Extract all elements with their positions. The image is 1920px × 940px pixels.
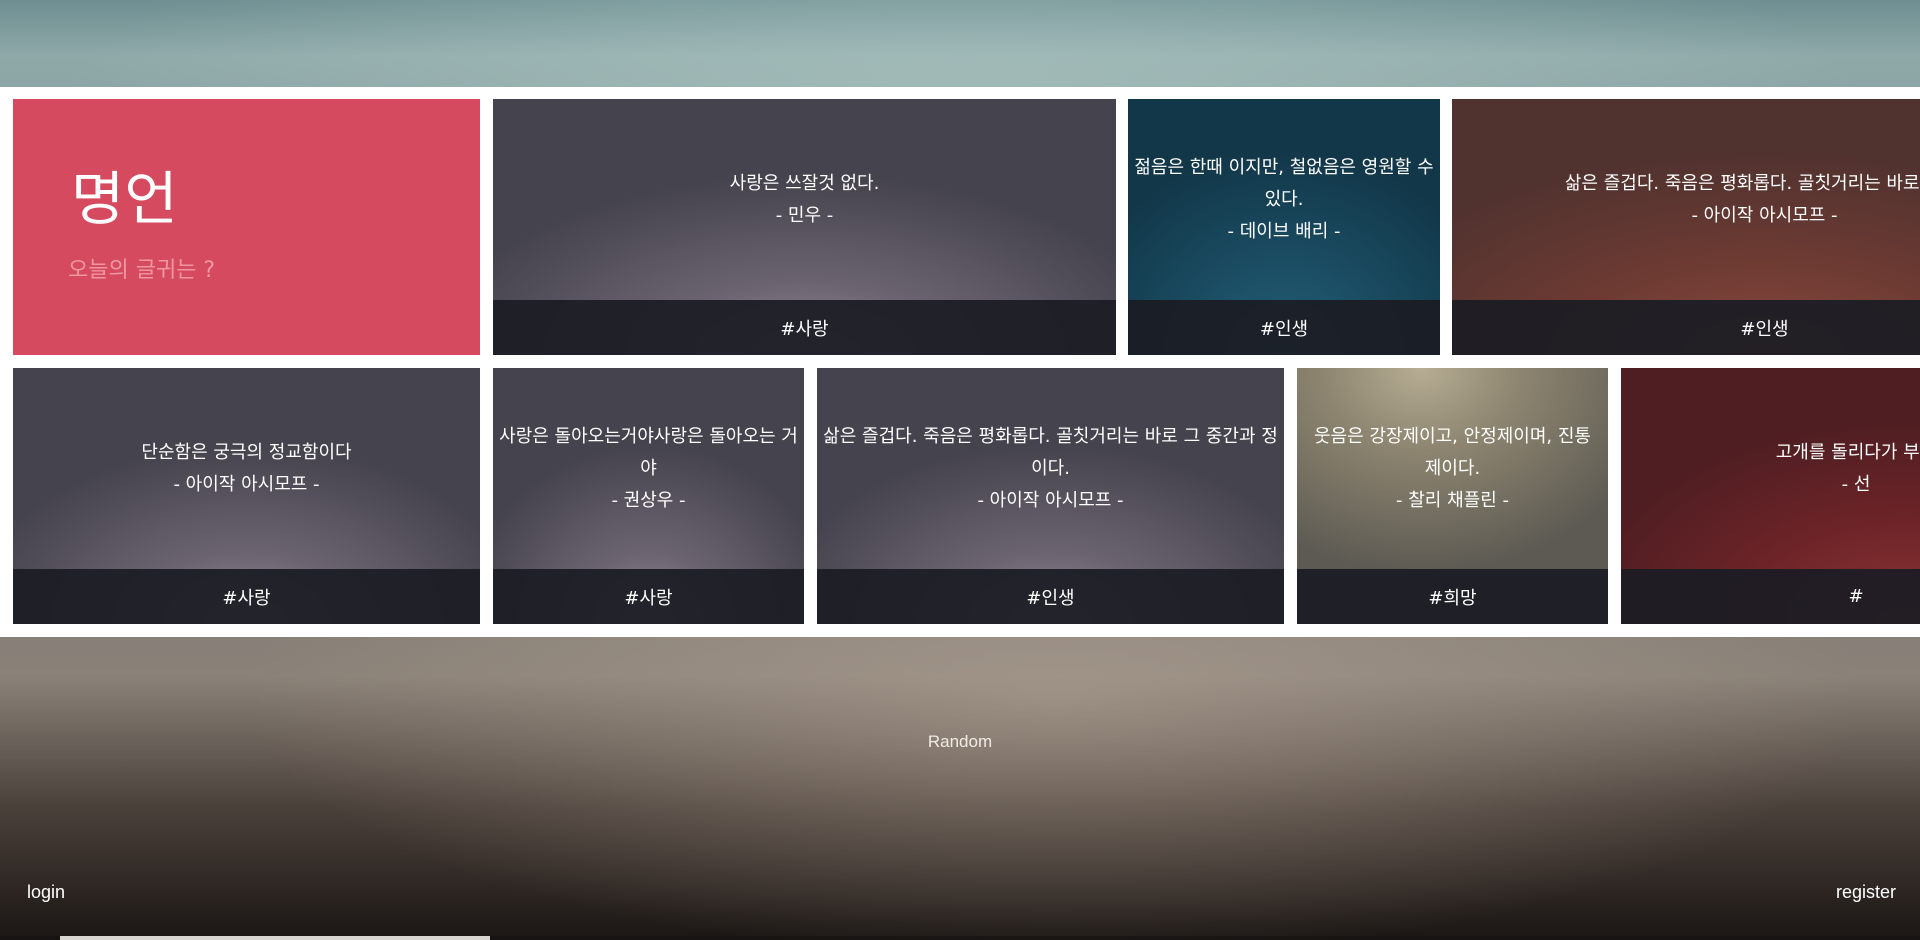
quote-text: 삶은 즐겁다. 죽음은 평화롭다. 골칫거리는 바로 그 중: [1564, 173, 1920, 194]
title-card: 명언 오늘의 글귀는 ?: [13, 99, 480, 355]
quote-author: - 민우 -: [775, 205, 834, 226]
quote-card[interactable]: 삶은 즐겁다. 죽음은 평화롭다. 골칫거리는 바로 그 중 - 아이작 아시모…: [1452, 99, 1920, 355]
login-link[interactable]: login: [27, 882, 65, 903]
quote-tag[interactable]: #: [1621, 569, 1920, 624]
quote-card[interactable]: 사랑은 돌아오는거야사랑은 돌아오는 거야 - 권상우 - #사랑: [493, 368, 804, 624]
page-subtitle: 오늘의 글귀는 ?: [68, 258, 216, 283]
quote-grid: 명언 오늘의 글귀는 ? 사랑은 쓰잘것 없다. - 민우 - #사랑 젊음은 …: [0, 87, 1920, 637]
quote-tag[interactable]: #인생: [1452, 300, 1920, 355]
quote-tag[interactable]: #인생: [1128, 300, 1440, 355]
quote-tag[interactable]: #인생: [817, 569, 1284, 624]
quote-text: 삶은 즐겁다. 죽음은 평화롭다. 골칫거리는 바로 그 중간과 정이다.: [823, 426, 1278, 479]
register-link[interactable]: register: [1836, 882, 1896, 903]
quote-tag[interactable]: #사랑: [493, 300, 1116, 355]
page-title: 명언: [71, 165, 178, 233]
quote-author: - 선: [1841, 474, 1871, 495]
horizontal-scrollbar[interactable]: [0, 936, 1920, 940]
quote-text: 고개를 돌리다가 부딪: [1775, 442, 1920, 463]
quote-text: 단순함은 궁극의 정교함이다: [141, 442, 352, 463]
quote-author: - 아이작 아시모프 -: [977, 490, 1124, 511]
quote-author: - 아이작 아시모프 -: [173, 474, 320, 495]
quote-card[interactable]: 단순함은 궁극의 정교함이다 - 아이작 아시모프 - #사랑: [13, 368, 480, 624]
quote-card[interactable]: 사랑은 쓰잘것 없다. - 민우 - #사랑: [493, 99, 1116, 355]
scrollbar-thumb[interactable]: [60, 936, 490, 940]
quote-author: - 데이브 배리 -: [1227, 221, 1341, 242]
quote-text: 웃음은 강장제이고, 안정제이며, 진통 제이다.: [1313, 426, 1591, 479]
random-button[interactable]: Random: [0, 732, 1920, 752]
quote-text: 사랑은 쓰잘것 없다.: [729, 173, 880, 194]
quote-tag[interactable]: #사랑: [13, 569, 480, 624]
quote-card[interactable]: 고개를 돌리다가 부딪 - 선 #: [1621, 368, 1920, 624]
quote-text: 사랑은 돌아오는거야사랑은 돌아오는 거야: [499, 426, 798, 479]
quote-tag[interactable]: #희망: [1297, 569, 1608, 624]
quote-card[interactable]: 웃음은 강장제이고, 안정제이며, 진통 제이다. - 찰리 채플린 - #희망: [1297, 368, 1608, 624]
quote-author: - 찰리 채플린 -: [1396, 490, 1509, 511]
quote-text: 젊음은 한때 이지만, 철없음은 영원할 수 있다.: [1134, 157, 1434, 210]
quote-author: - 권상우 -: [611, 490, 686, 511]
quote-author: - 아이작 아시모프 -: [1691, 205, 1838, 226]
quote-card[interactable]: 삶은 즐겁다. 죽음은 평화롭다. 골칫거리는 바로 그 중간과 정이다. - …: [817, 368, 1284, 624]
quote-card[interactable]: 젊음은 한때 이지만, 철없음은 영원할 수 있다. - 데이브 배리 - #인…: [1128, 99, 1440, 355]
quote-tag[interactable]: #사랑: [493, 569, 804, 624]
